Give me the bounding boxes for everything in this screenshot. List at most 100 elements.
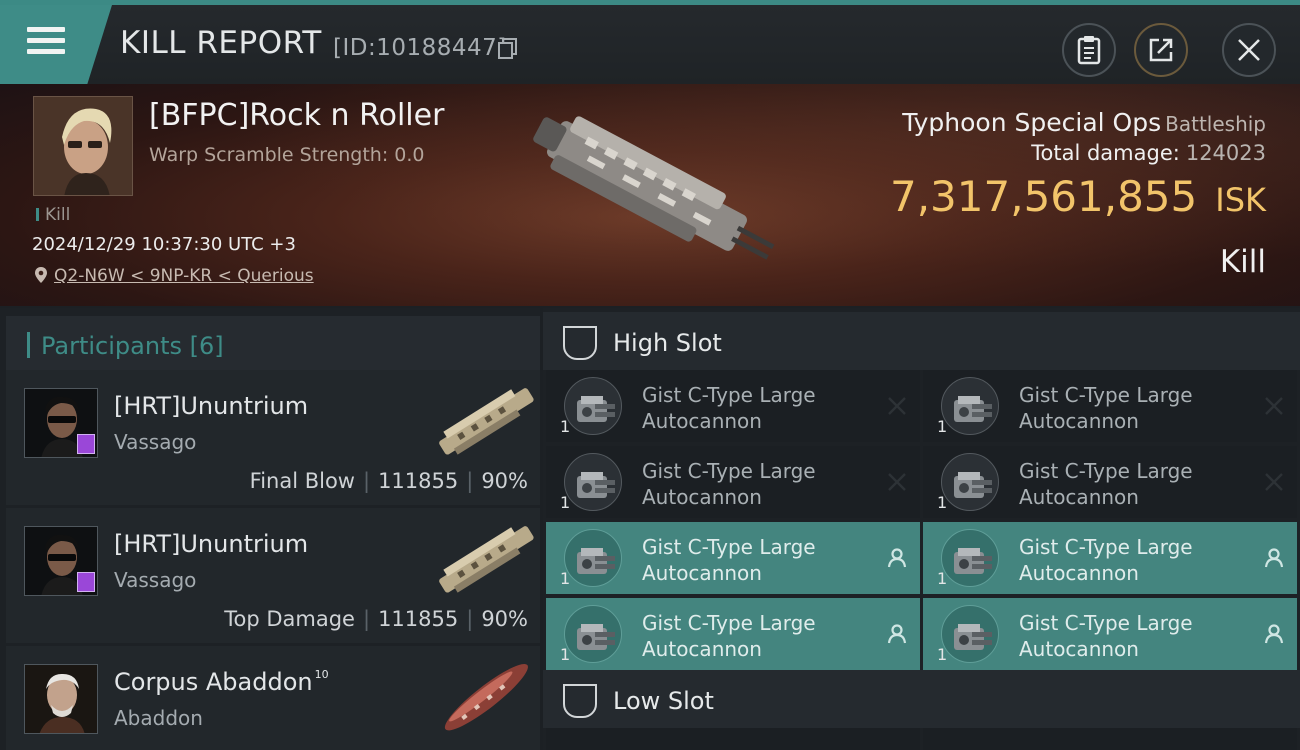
module-name: Gist C-Type Large Autocannon xyxy=(642,382,872,434)
victim-name[interactable]: [BFPC]Rock n Roller xyxy=(149,98,444,133)
module-quantity: 1 xyxy=(560,417,571,436)
participant-role: Final Blow xyxy=(249,469,355,493)
kill-tag: Kill xyxy=(36,205,70,225)
module-slot[interactable]: 1 Gist C-Type Large Autocannon xyxy=(923,598,1297,670)
menu-button[interactable] xyxy=(0,5,112,84)
module-name-line1: Gist C-Type Large xyxy=(642,535,816,559)
victim-portrait[interactable] xyxy=(33,96,133,196)
victim-ship-name: Typhoon Special Ops Battleship xyxy=(902,108,1266,137)
module-quantity: 1 xyxy=(937,493,948,512)
module-name-line1: Gist C-Type Large xyxy=(642,611,816,635)
module-quantity: 1 xyxy=(937,569,948,588)
player-badge xyxy=(77,434,95,454)
share-icon xyxy=(1149,38,1173,62)
module-quantity: 1 xyxy=(560,645,571,664)
participant-stats: Top Damage | 111855 | 90% xyxy=(224,607,528,631)
module-slot[interactable] xyxy=(923,728,1297,750)
module-icon xyxy=(941,605,999,663)
module-name: Gist C-Type Large Autocannon xyxy=(642,610,872,662)
warp-scramble-strength: Warp Scramble Strength: 0.0 xyxy=(149,144,425,166)
module-icon xyxy=(941,453,999,511)
module-slot[interactable]: 1 Gist C-Type Large Autocannon xyxy=(546,598,920,670)
kill-report-window: KILL REPORT [ID:10188447] [BFPC]Rock n R… xyxy=(0,0,1300,750)
participant-row[interactable]: [HRT]Ununtrium Vassago Final Blow | 111855… xyxy=(6,370,540,505)
participants-header: Participants [6] xyxy=(6,316,540,374)
participant-row[interactable]: Corpus Abaddon 10 Abaddon xyxy=(6,646,540,750)
module-name: Gist C-Type Large Autocannon xyxy=(1019,458,1249,510)
victim-ship-image xyxy=(533,116,775,260)
person-icon xyxy=(1264,548,1284,568)
top-bar: KILL REPORT [ID:10188447] xyxy=(0,0,1300,84)
participant-name[interactable]: Corpus Abaddon 10 xyxy=(114,668,329,696)
module-name-line2: Autocannon xyxy=(642,409,762,433)
module-slot[interactable]: 1 Gist C-Type Large Autocannon xyxy=(546,522,920,594)
close-icon xyxy=(1238,39,1260,61)
module-name-line2: Autocannon xyxy=(1019,637,1139,661)
participant-ship-image xyxy=(439,388,534,455)
participant-ship-image xyxy=(444,664,528,731)
module-quantity: 1 xyxy=(937,417,948,436)
isk-unit: ISK xyxy=(1215,181,1266,219)
participant-percent: 90% xyxy=(481,607,528,631)
participant-stats: Final Blow | 111855 | 90% xyxy=(249,469,528,493)
module-icon xyxy=(564,605,622,663)
x-icon xyxy=(888,397,906,415)
participant-name-text[interactable]: Corpus Abaddon xyxy=(114,668,313,696)
participant-name[interactable]: [HRT]Ununtrium xyxy=(114,530,308,558)
module-slot[interactable] xyxy=(546,728,920,750)
close-button[interactable] xyxy=(1222,23,1276,77)
module-name-line1: Gist C-Type Large xyxy=(1019,459,1193,483)
module-name-line1: Gist C-Type Large xyxy=(1019,383,1193,407)
kill-result: Kill xyxy=(1219,244,1266,280)
person-icon xyxy=(887,548,907,568)
victim-banner: [BFPC]Rock n Roller Warp Scramble Streng… xyxy=(0,84,1300,306)
module-name-line1: Gist C-Type Large xyxy=(642,459,816,483)
avatar xyxy=(24,664,98,734)
module-name: Gist C-Type Large Autocannon xyxy=(1019,610,1249,662)
participant-damage: 111855 xyxy=(378,607,459,631)
ship-type[interactable]: Typhoon Special Ops xyxy=(902,108,1161,137)
module-quantity: 1 xyxy=(937,645,948,664)
module-name-line2: Autocannon xyxy=(642,637,762,661)
participants-count: [6] xyxy=(189,332,224,360)
x-icon xyxy=(1265,397,1283,415)
slot-shield-icon xyxy=(563,326,597,360)
module-slot[interactable]: 1 Gist C-Type Large Autocannon xyxy=(923,446,1297,518)
module-slot[interactable]: 1 Gist C-Type Large Autocannon xyxy=(546,370,920,442)
participants-label: Participants xyxy=(41,332,182,360)
isk-value: 7,317,561,855 ISK xyxy=(890,172,1266,221)
module-name: Gist C-Type Large Autocannon xyxy=(1019,534,1249,586)
module-name-line2: Autocannon xyxy=(1019,409,1139,433)
module-icon xyxy=(564,529,622,587)
module-slot[interactable]: 1 Gist C-Type Large Autocannon xyxy=(546,446,920,518)
participant-ship-image xyxy=(439,526,534,593)
share-button[interactable] xyxy=(1134,23,1188,77)
participant-percent: 90% xyxy=(481,469,528,493)
high-slot-header: High Slot xyxy=(543,312,1300,370)
kill-location[interactable]: Q2-N6W < 9NP-KR < Querious xyxy=(34,266,314,286)
high-slot-label: High Slot xyxy=(613,329,722,357)
participant-name[interactable]: [HRT]Ununtrium xyxy=(114,392,308,420)
clipboard-icon xyxy=(1077,36,1101,65)
location-text[interactable]: Q2-N6W < 9NP-KR < Querious xyxy=(54,266,314,286)
clipboard-button[interactable] xyxy=(1062,23,1116,77)
module-name: Gist C-Type Large Autocannon xyxy=(642,534,872,586)
ship-class: Battleship xyxy=(1165,112,1266,136)
participants-panel: Participants [6] [HRT]Ununtrium Vassago xyxy=(0,308,540,750)
module-slot[interactable]: 1 Gist C-Type Large Autocannon xyxy=(923,370,1297,442)
participant-row[interactable]: [HRT]Ununtrium Vassago Top Damage | 111855… xyxy=(6,508,540,643)
player-badge xyxy=(77,572,95,592)
module-name-line2: Autocannon xyxy=(642,561,762,585)
fitting-panel: High Slot 1 Gist C-Type Large Autocannon 1 G… xyxy=(543,308,1300,750)
low-slot-header: Low Slot xyxy=(543,670,1300,728)
low-slot-label: Low Slot xyxy=(613,687,714,715)
participant-damage: 111855 xyxy=(378,469,459,493)
total-damage-value: 124023 xyxy=(1185,141,1266,165)
kill-timestamp: 2024/12/29 10:37:30 UTC +3 xyxy=(32,234,296,255)
module-name-line1: Gist C-Type Large xyxy=(1019,535,1193,559)
module-quantity: 1 xyxy=(560,569,571,588)
copy-icon[interactable] xyxy=(498,38,518,60)
participant-ship: Vassago xyxy=(114,430,197,454)
page-title: KILL REPORT xyxy=(120,25,322,61)
module-slot[interactable]: 1 Gist C-Type Large Autocannon xyxy=(923,522,1297,594)
